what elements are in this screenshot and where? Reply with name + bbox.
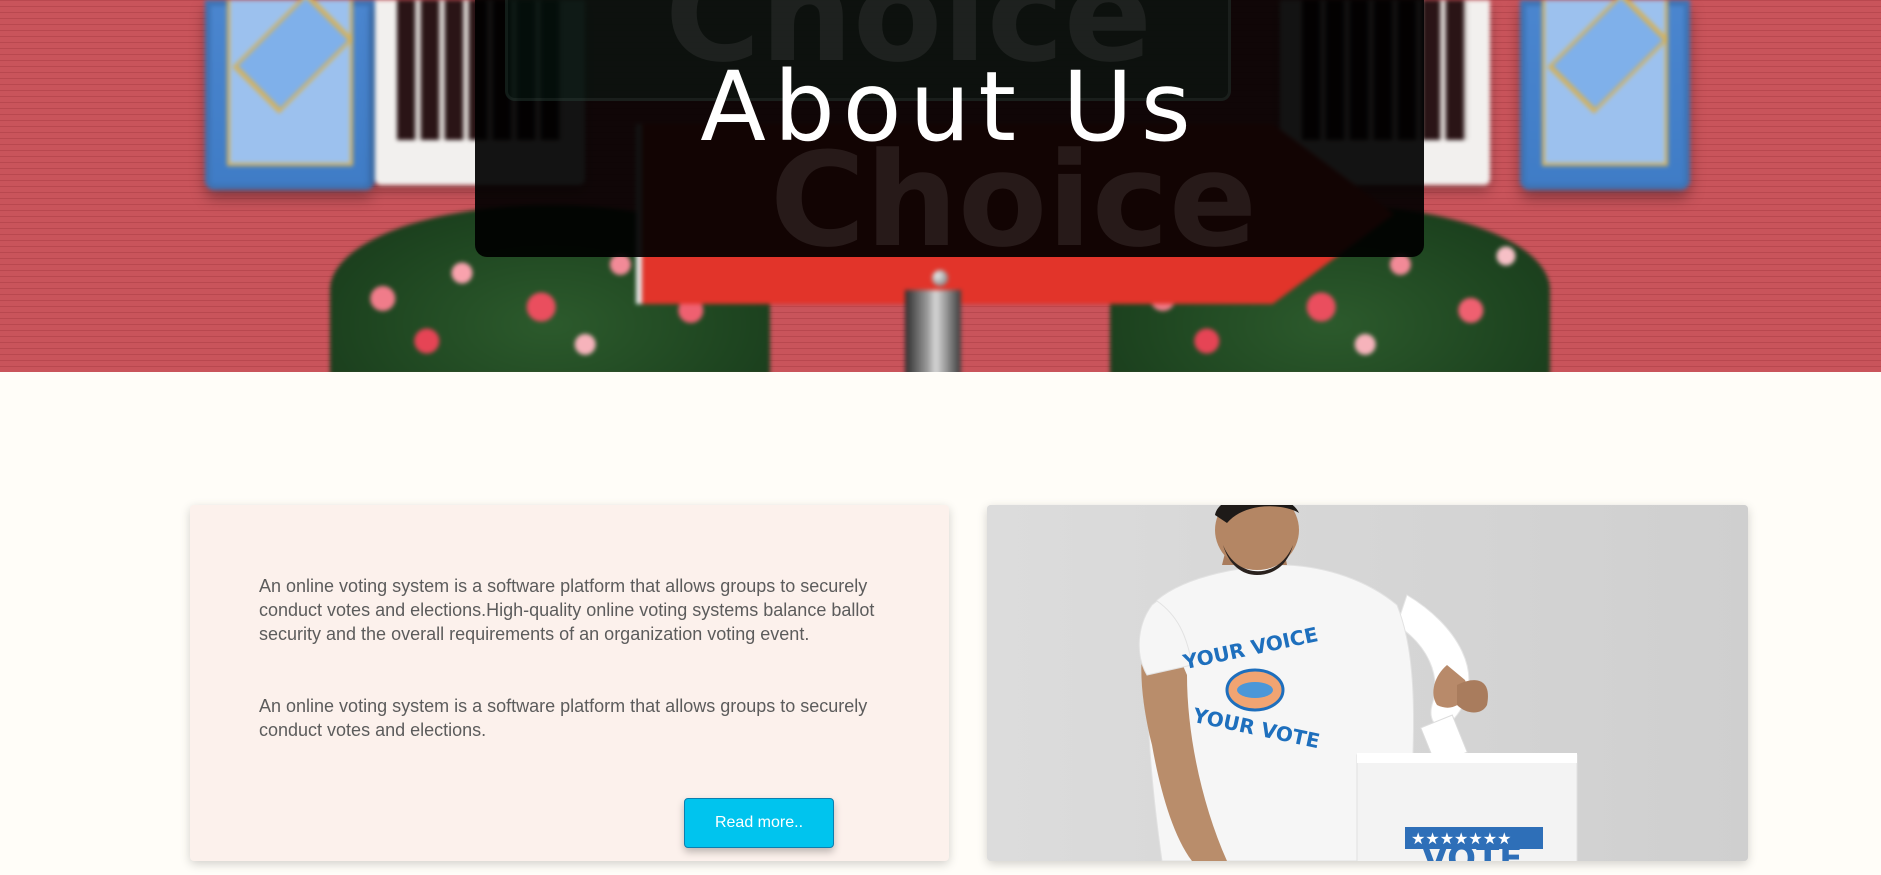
blue-shutter-left xyxy=(205,0,375,190)
about-paragraph-2: An online voting system is a software pl… xyxy=(259,696,868,740)
read-more-button[interactable]: Read more.. xyxy=(684,798,834,848)
voter-illustration: YOUR VOICE YOUR VOTE ★★★★★★★ VOTE xyxy=(987,505,1748,861)
ballot-box-text: VOTE xyxy=(1421,839,1522,861)
voter-photo: YOUR VOICE YOUR VOTE ★★★★★★★ VOTE xyxy=(987,505,1748,861)
about-text-card: An online voting system is a software pl… xyxy=(190,505,949,861)
sign-pole xyxy=(905,290,961,372)
about-paragraph-1: An online voting system is a software pl… xyxy=(259,576,875,644)
hero-banner: Choice Choice About Us xyxy=(0,0,1881,372)
page-title: About Us xyxy=(700,51,1199,163)
blue-shutter-right xyxy=(1520,0,1690,190)
